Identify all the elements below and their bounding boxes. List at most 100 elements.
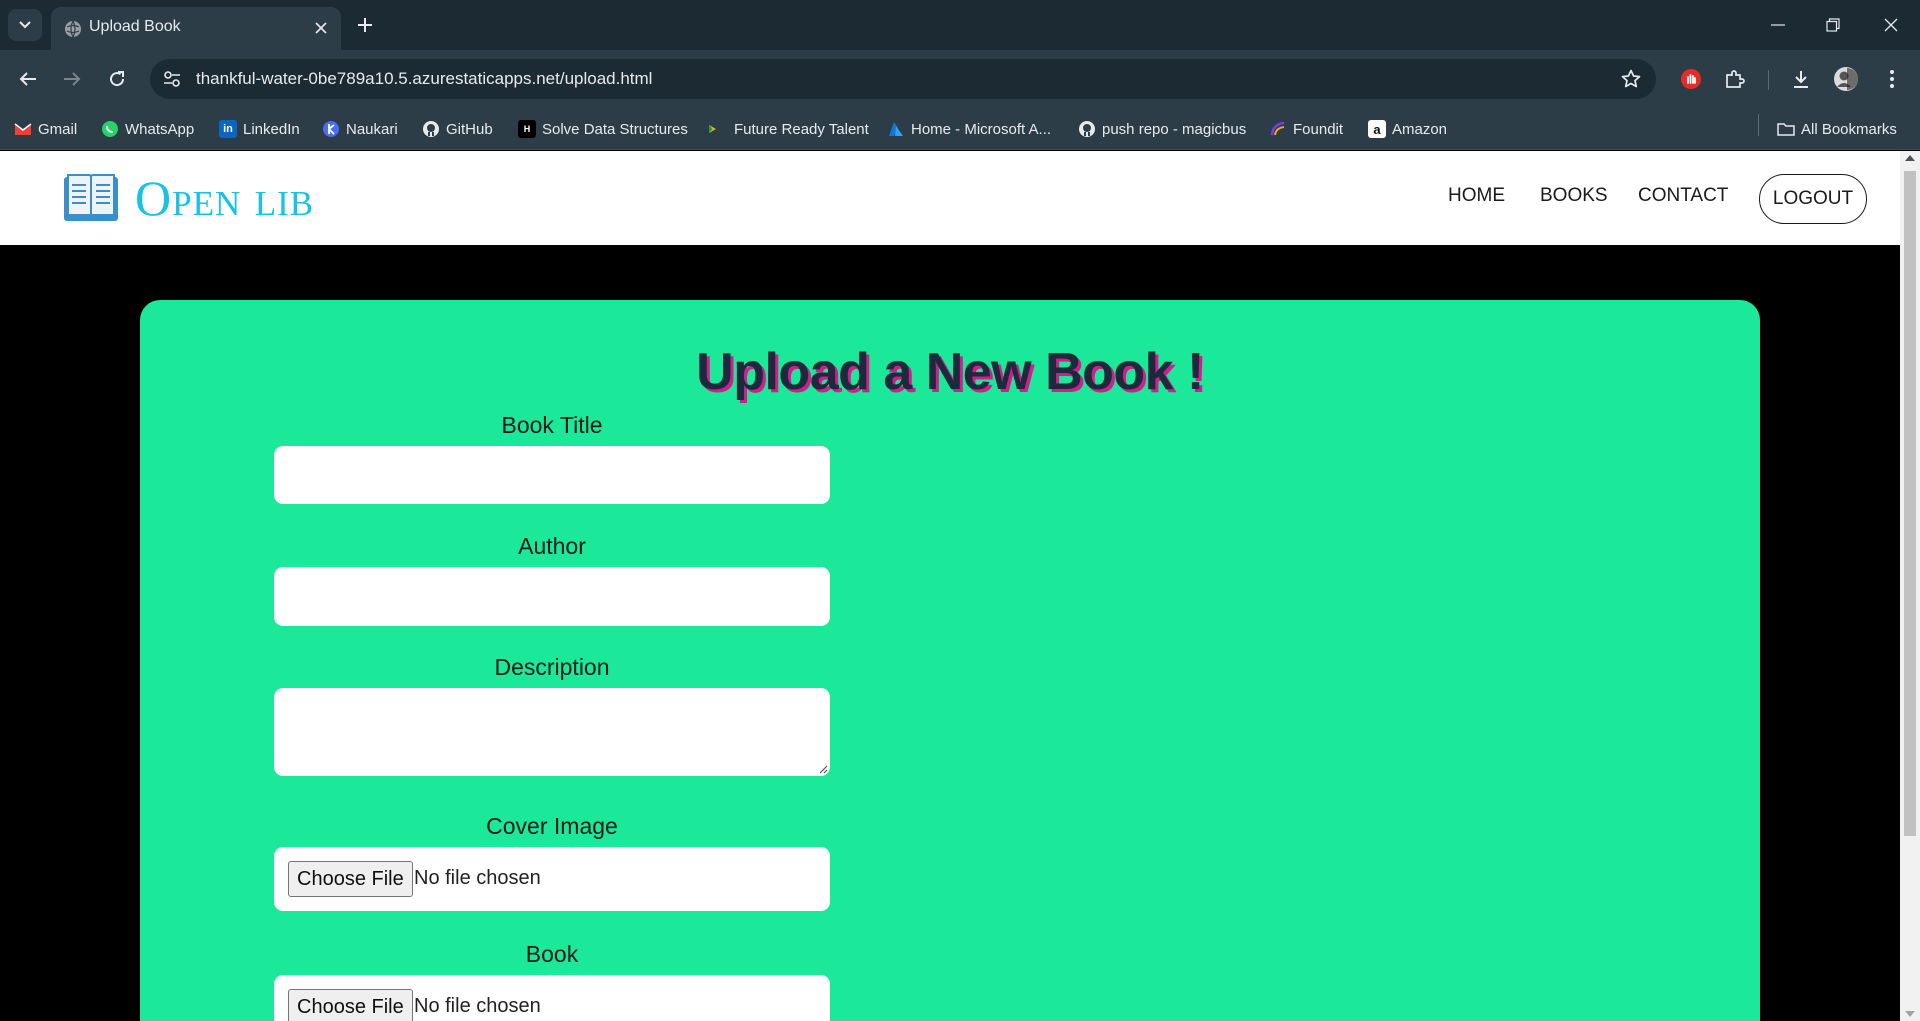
bookmark-label: GitHub xyxy=(446,120,493,138)
download-icon xyxy=(1794,71,1808,88)
bookmark-label: LinkedIn xyxy=(243,120,300,138)
tab-strip: Upload Book xyxy=(0,0,1920,50)
resize-grip-icon[interactable] xyxy=(818,764,828,774)
hackerrank-icon: H xyxy=(518,120,536,138)
nav-contact[interactable]: CONTACT xyxy=(1638,185,1728,207)
tab-close-button[interactable] xyxy=(311,18,331,38)
site-logo-text[interactable]: Open lib xyxy=(135,169,314,227)
description-textarea[interactable] xyxy=(274,688,830,776)
form-title: Upload a New Book ! xyxy=(696,343,1204,401)
foundit-icon xyxy=(1270,121,1285,136)
upload-form-card: Upload a New Book ! Book Title Author De… xyxy=(140,300,1760,1021)
browser-toolbar: thankful-water-0be789a10.5.azurestaticap… xyxy=(0,50,1920,108)
bookmark-future-ready-talent[interactable]: Future Ready Talent xyxy=(704,118,869,140)
cover-image-file-input[interactable]: Choose File No file chosen xyxy=(274,847,830,911)
github-icon xyxy=(423,121,439,137)
site-info-button[interactable] xyxy=(160,67,184,91)
all-bookmarks[interactable]: All Bookmarks xyxy=(1777,118,1897,140)
tab-search-button[interactable] xyxy=(8,9,42,41)
downloads-button[interactable] xyxy=(1786,64,1816,94)
extension-button[interactable] xyxy=(1676,64,1706,94)
restore-button[interactable] xyxy=(1810,10,1856,40)
book-file-input[interactable]: Choose File No file chosen xyxy=(274,975,830,1021)
chevron-down-icon xyxy=(19,21,31,29)
whatsapp-icon xyxy=(102,121,118,137)
scrollbar-thumb[interactable] xyxy=(1904,171,1916,836)
bookmark-label: Foundit xyxy=(1293,120,1344,138)
arrow-right-icon xyxy=(64,72,81,86)
play-icon xyxy=(709,125,716,133)
naukari-icon xyxy=(323,121,339,137)
author-input[interactable] xyxy=(274,567,830,626)
toolbar-divider xyxy=(1768,70,1769,90)
avatar-icon xyxy=(1834,67,1858,91)
close-window-button[interactable] xyxy=(1868,10,1914,40)
more-vertical-icon xyxy=(1890,70,1894,88)
tab-title: Upload Book xyxy=(89,18,181,35)
bookmark-linkedin[interactable]: in LinkedIn xyxy=(219,118,300,140)
book-file-status: No file chosen xyxy=(414,995,541,1017)
bookmark-label: push repo - magicbus xyxy=(1102,120,1247,138)
bookmark-label: Amazon xyxy=(1392,120,1448,138)
menu-button[interactable] xyxy=(1877,64,1907,94)
bookmark-naukari[interactable]: Naukari xyxy=(322,118,398,140)
book-file-label: Book xyxy=(525,941,579,967)
scroll-up-arrow[interactable] xyxy=(1905,155,1915,161)
tune-icon xyxy=(164,71,180,87)
reload-button[interactable] xyxy=(102,64,132,94)
github-icon xyxy=(1079,121,1095,137)
star-icon xyxy=(1621,69,1641,88)
bookmark-push-repo[interactable]: push repo - magicbus xyxy=(1078,118,1246,140)
back-button[interactable] xyxy=(13,64,43,94)
book-title-input[interactable] xyxy=(274,446,830,504)
bookmark-gmail[interactable]: Gmail xyxy=(14,118,77,140)
bookmark-solve-data-structures[interactable]: H Solve Data Structures xyxy=(518,118,688,140)
bookmark-label: Naukari xyxy=(346,120,398,138)
bookmark-whatsapp[interactable]: WhatsApp xyxy=(101,118,194,140)
scroll-down-arrow[interactable] xyxy=(1905,1011,1915,1017)
profile-button[interactable] xyxy=(1831,64,1861,94)
nav-books[interactable]: BOOKS xyxy=(1540,185,1608,207)
globe-icon xyxy=(65,20,81,38)
bookmark-foundit[interactable]: Foundit xyxy=(1269,118,1343,140)
page-viewport: Open lib HOME BOOKS CONTACT LOGOUT Uploa… xyxy=(0,151,1900,1021)
cover-choose-file-button[interactable]: Choose File xyxy=(288,861,413,897)
cover-image-label: Cover Image xyxy=(486,813,618,839)
bookmark-microsoft-azure[interactable]: Home - Microsoft A... xyxy=(887,118,1051,140)
reload-icon xyxy=(110,71,125,87)
linkedin-icon: in xyxy=(219,120,237,138)
page-scrollbar[interactable] xyxy=(1900,151,1920,1021)
active-tab[interactable]: Upload Book xyxy=(51,7,341,50)
cover-file-status: No file chosen xyxy=(414,867,541,889)
all-bookmarks-label: All Bookmarks xyxy=(1801,120,1897,138)
bookmark-label: Gmail xyxy=(38,120,78,138)
book-choose-file-button[interactable]: Choose File xyxy=(288,989,413,1021)
bookmark-label: Future Ready Talent xyxy=(734,120,869,138)
address-bar[interactable]: thankful-water-0be789a10.5.azurestaticap… xyxy=(150,59,1656,99)
azure-icon xyxy=(889,122,903,136)
gmail-icon xyxy=(14,123,32,135)
url-text[interactable]: thankful-water-0be789a10.5.azurestaticap… xyxy=(196,69,652,89)
folder-icon xyxy=(1777,123,1795,136)
close-icon xyxy=(315,22,327,34)
bookmark-label: Solve Data Structures xyxy=(542,120,688,138)
description-label: Description xyxy=(494,654,610,680)
open-book-icon xyxy=(64,174,118,221)
forward-button[interactable] xyxy=(57,64,87,94)
close-icon xyxy=(1884,18,1898,32)
extensions-button[interactable] xyxy=(1720,64,1750,94)
minimize-icon xyxy=(1771,24,1785,26)
stop-hand-icon xyxy=(1681,69,1701,89)
arrow-left-icon xyxy=(19,72,36,86)
bookmark-amazon[interactable]: a Amazon xyxy=(1368,118,1447,140)
site-header: Open lib HOME BOOKS CONTACT LOGOUT xyxy=(0,151,1900,245)
logout-button[interactable]: LOGOUT xyxy=(1759,174,1867,224)
bookmark-github[interactable]: GitHub xyxy=(422,118,493,140)
minimize-button[interactable] xyxy=(1755,10,1801,40)
amazon-icon: a xyxy=(1368,120,1386,138)
bookmark-star-button[interactable] xyxy=(1620,68,1642,90)
nav-home[interactable]: HOME xyxy=(1448,185,1505,207)
plus-icon xyxy=(358,18,372,32)
bookmarks-divider xyxy=(1758,114,1759,136)
new-tab-button[interactable] xyxy=(352,12,378,38)
